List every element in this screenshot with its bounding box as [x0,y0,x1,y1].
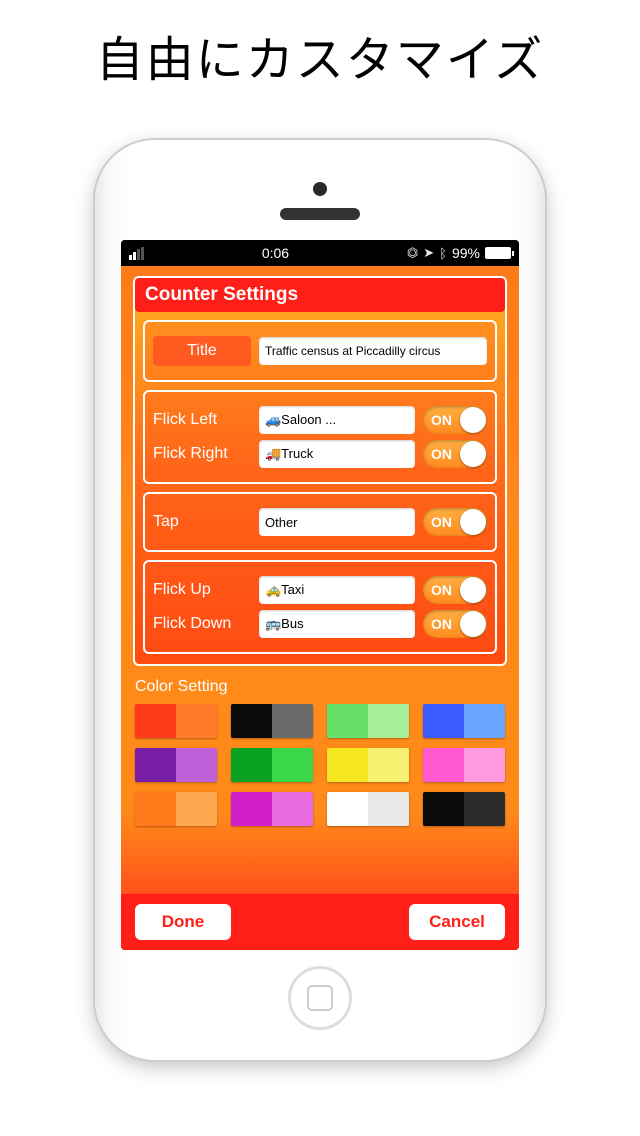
color-swatch[interactable] [135,792,217,826]
location-icon: ➤ [423,245,434,261]
flick-right-toggle[interactable]: ON [423,440,487,468]
tap-group: Tap Other ON [143,492,497,552]
phone-mockup: 0:06 ⏣ ➤ ᛒ 99% Counter Settings Title Tr… [95,140,545,1060]
title-label: Title [153,336,251,366]
flick-up-label: Flick Up [153,581,251,599]
flick-left-input[interactable]: 🚙Saloon ... [259,406,415,434]
flick-down-input[interactable]: 🚌Bus [259,610,415,638]
color-swatch[interactable] [423,792,505,826]
flick-left-toggle[interactable]: ON [423,406,487,434]
counter-settings-panel: Counter Settings Title Traffic census at… [133,276,507,666]
color-swatch[interactable] [231,792,313,826]
flick-down-toggle[interactable]: ON [423,610,487,638]
color-swatch[interactable] [327,704,409,738]
done-button[interactable]: Done [135,904,231,940]
color-swatch[interactable] [423,704,505,738]
color-swatch[interactable] [327,792,409,826]
flick-right-label: Flick Right [153,445,251,463]
tap-toggle[interactable]: ON [423,508,487,536]
lock-icon: ⏣ [407,245,418,261]
app-body: Counter Settings Title Traffic census at… [121,266,519,950]
flick-left-label: Flick Left [153,411,251,429]
panel-title: Counter Settings [135,278,505,312]
flick-down-label: Flick Down [153,615,251,633]
signal-icon [129,247,144,260]
flick-up-toggle[interactable]: ON [423,576,487,604]
bluetooth-icon: ᛒ [439,246,447,261]
color-setting-title: Color Setting [135,678,507,696]
color-swatches [133,704,507,826]
color-swatch[interactable] [231,704,313,738]
flick-right-input[interactable]: 🚚Truck [259,440,415,468]
flick-up-down-group: Flick Up 🚕Taxi ON Flick Down 🚌Bus ON [143,560,497,654]
color-swatch[interactable] [327,748,409,782]
cancel-button[interactable]: Cancel [409,904,505,940]
color-swatch[interactable] [135,704,217,738]
flick-left-right-group: Flick Left 🚙Saloon ... ON Flick Right 🚚T… [143,390,497,484]
bottom-toolbar: Done Cancel [121,894,519,950]
tap-input[interactable]: Other [259,508,415,536]
color-swatch[interactable] [135,748,217,782]
color-swatch[interactable] [231,748,313,782]
status-bar: 0:06 ⏣ ➤ ᛒ 99% [121,240,519,266]
tap-label: Tap [153,513,251,531]
title-input[interactable]: Traffic census at Piccadilly circus [259,337,487,365]
status-time: 0:06 [262,245,289,261]
screen: 0:06 ⏣ ➤ ᛒ 99% Counter Settings Title Tr… [121,240,519,950]
home-button-icon [288,966,352,1030]
color-swatch[interactable] [423,748,505,782]
battery-pct: 99% [452,245,480,261]
marketing-headline: 自由にカスタマイズ [0,0,640,100]
flick-up-input[interactable]: 🚕Taxi [259,576,415,604]
title-group: Title Traffic census at Piccadilly circu… [143,320,497,382]
battery-icon [485,247,511,259]
